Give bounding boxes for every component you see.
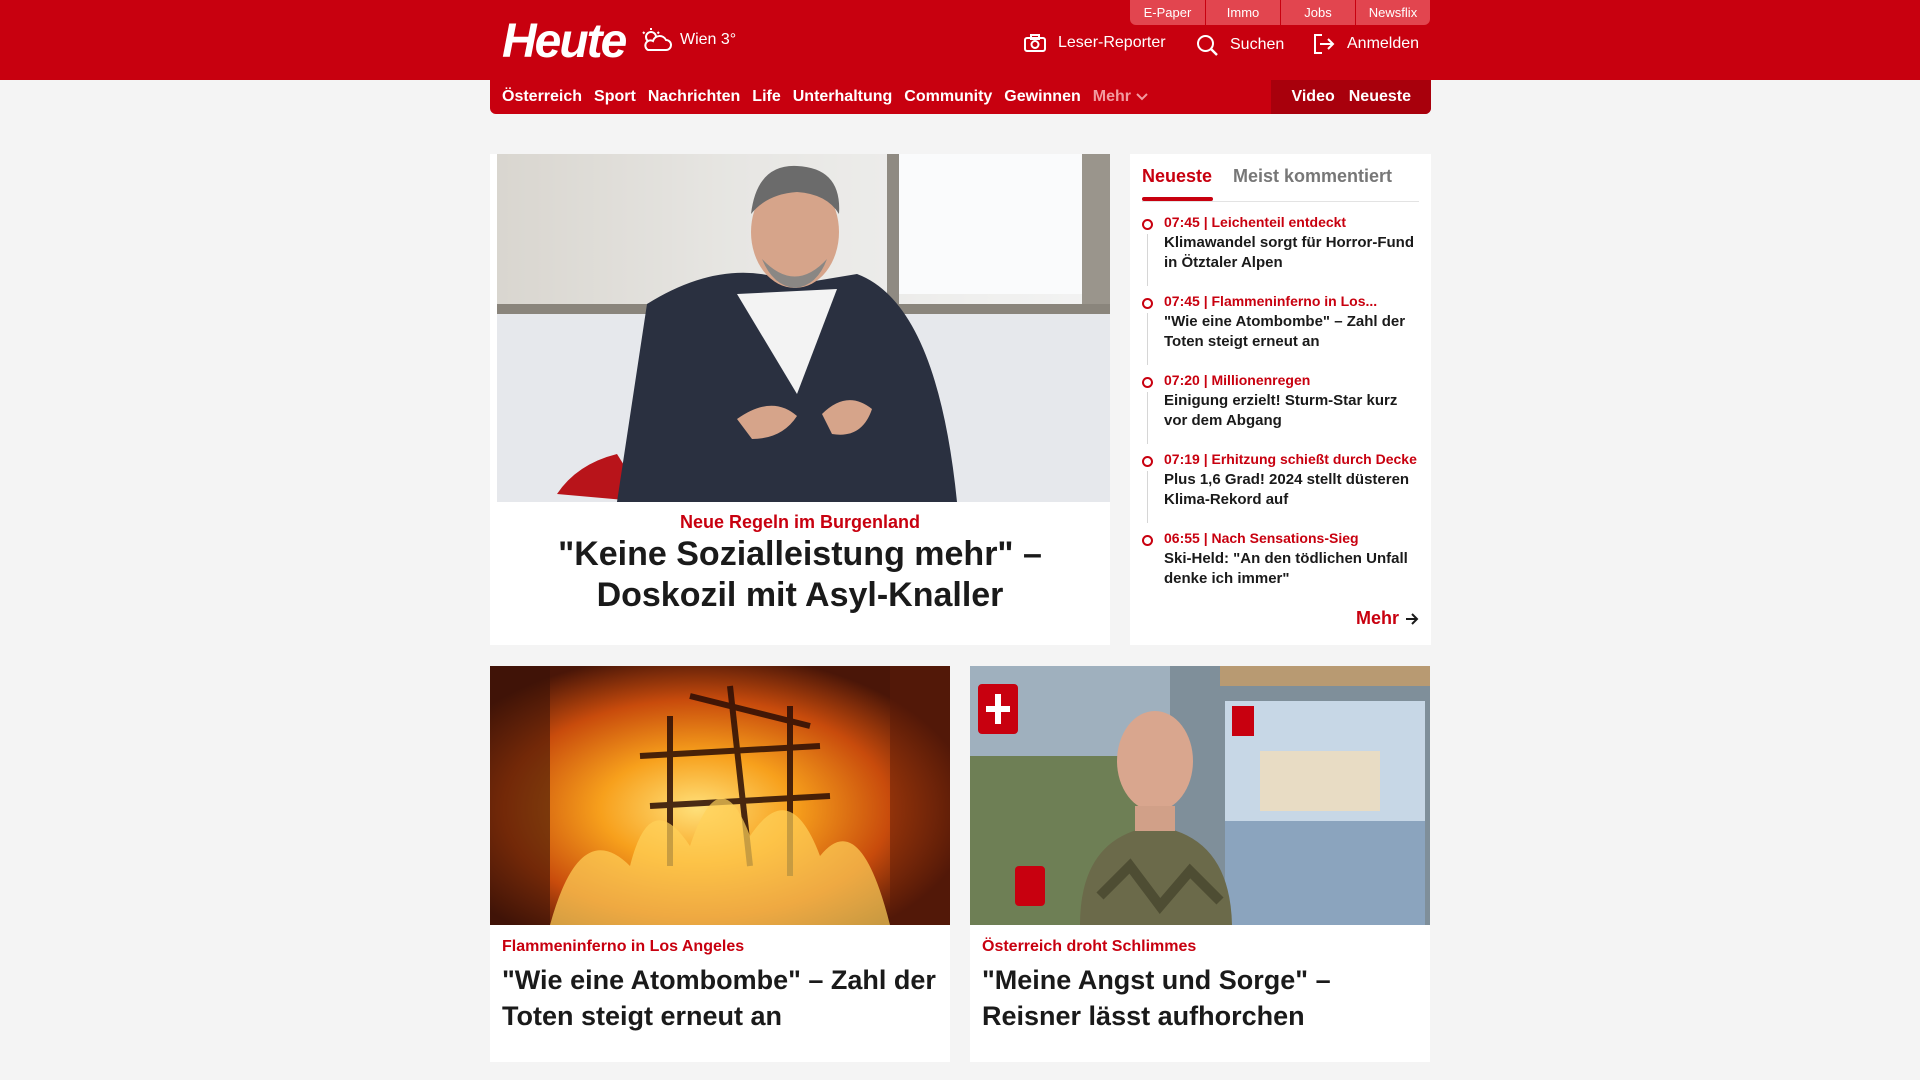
leser-reporter-label: Leser-Reporter [1058, 34, 1166, 51]
tab-neueste[interactable]: Neueste [1142, 166, 1212, 187]
fire-image [490, 666, 950, 925]
feed-title[interactable]: Ski-Held: "An den tödlichen Unfall denke… [1164, 549, 1419, 589]
nav-item-sport[interactable]: Sport [594, 88, 636, 106]
nav-item-unterhaltung[interactable]: Unterhaltung [793, 88, 893, 106]
card-kicker: Flammeninferno in Los Angeles [502, 938, 745, 955]
login-icon [1314, 34, 1335, 54]
camera-icon [1024, 34, 1046, 52]
nav-more-dropdown[interactable]: Mehr [1093, 88, 1149, 106]
reisner-image [970, 666, 1430, 925]
feed-meta: 07:20 | Millionenregen [1164, 372, 1311, 388]
hero-kicker: Neue Regeln im Burgenland [679, 512, 921, 532]
feed-title[interactable]: "Wie eine Atombombe" – Zahl der Toten st… [1164, 312, 1419, 352]
card-title[interactable]: "Meine Angst und Sorge" – Reisner lässt … [982, 962, 1422, 1034]
timeline-line [1147, 392, 1148, 444]
weather-cloud-icon [642, 28, 672, 51]
heute-logo[interactable]: Heute [502, 14, 627, 69]
arrow-right-icon [1406, 612, 1419, 625]
nav-item-community[interactable]: Community [904, 88, 992, 106]
card-title[interactable]: "Wie eine Atombombe" – Zahl der Toten st… [502, 962, 942, 1034]
news-feed: 07:45 | Leichenteil entdeckt Klimawandel… [1142, 214, 1419, 609]
timeline-dot [1142, 219, 1153, 230]
sidebar-more-link[interactable]: Mehr [1356, 608, 1419, 629]
feed-meta: 07:45 | Flammeninferno in Los... [1164, 293, 1378, 309]
list-item[interactable]: 06:55 | Nach Sensations-Sieg Ski-Held: "… [1142, 530, 1419, 609]
top-link-immo[interactable]: Immo [1205, 0, 1280, 25]
article-card-reisner[interactable]: Österreich droht Schlimmes "Meine Angst … [970, 666, 1430, 1062]
weather-label: Wien 3° [680, 31, 737, 48]
search-icon [1197, 35, 1218, 56]
feed-title[interactable]: Einigung erzielt! Sturm-Star kurz vor de… [1164, 391, 1419, 431]
timeline-dot [1142, 535, 1153, 546]
list-item[interactable]: 07:20 | Millionenregen Einigung erzielt!… [1142, 372, 1419, 451]
hero-image [497, 154, 1110, 502]
latest-news-sidebar: Neueste Meist kommentiert 07:45 | Leiche… [1130, 154, 1431, 645]
top-link-epaper[interactable]: E-Paper [1130, 0, 1205, 25]
timeline-dot [1142, 298, 1153, 309]
tab-active-indicator [1142, 197, 1213, 201]
login-label: Anmelden [1347, 35, 1420, 52]
list-item[interactable]: 07:45 | Leichenteil entdeckt Klimawandel… [1142, 214, 1419, 293]
chevron-down-icon [1136, 93, 1148, 101]
feed-meta: 07:19 | Erhitzung schießt durch Decke [1164, 451, 1417, 467]
feed-title[interactable]: Plus 1,6 Grad! 2024 stellt düsteren Klim… [1164, 470, 1419, 510]
search-label: Suchen [1230, 36, 1285, 53]
leser-reporter-button[interactable]: Leser-Reporter [1024, 34, 1166, 52]
list-item[interactable]: 07:45 | Flammeninferno in Los... "Wie ei… [1142, 293, 1419, 372]
main-nav: Österreich Sport Nachrichten Life Unterh… [490, 80, 1431, 114]
nav-item-life[interactable]: Life [752, 88, 780, 106]
tab-meist-kommentiert[interactable]: Meist kommentiert [1233, 166, 1392, 187]
top-link-newsflix[interactable]: Newsflix [1355, 0, 1430, 25]
card-kicker: Österreich droht Schlimmes [982, 938, 1197, 955]
sidebar-tabs: Neueste Meist kommentiert [1142, 162, 1419, 202]
nav-item-nachrichten[interactable]: Nachrichten [648, 88, 740, 106]
article-card-fire[interactable]: Flammeninferno in Los Angeles "Wie eine … [490, 666, 950, 1062]
nav-right-group: Video Neueste [1271, 80, 1431, 114]
feed-meta: 06:55 | Nach Sensations-Sieg [1164, 530, 1359, 546]
top-links: E-Paper Immo Jobs Newsflix [1130, 0, 1430, 25]
login-button[interactable]: Anmelden [1313, 34, 1419, 54]
search-button[interactable]: Suchen [1196, 34, 1284, 56]
feed-title[interactable]: Klimawandel sorgt für Horror-Fund in Ötz… [1164, 233, 1419, 273]
hero-article[interactable]: Neue Regeln im Burgenland "Keine Soziall… [490, 154, 1110, 645]
nav-video[interactable]: Video [1291, 88, 1334, 106]
nav-item-oesterreich[interactable]: Österreich [502, 88, 582, 106]
timeline-dot [1142, 377, 1153, 388]
sidebar-more-label: Mehr [1355, 608, 1399, 628]
timeline-line [1147, 234, 1148, 286]
timeline-dot [1142, 456, 1153, 467]
timeline-line [1147, 313, 1148, 365]
nav-neueste[interactable]: Neueste [1349, 88, 1411, 106]
feed-meta: 07:45 | Leichenteil entdeckt [1164, 214, 1347, 230]
nav-item-gewinnen[interactable]: Gewinnen [1004, 88, 1080, 106]
top-bar [0, 0, 1920, 80]
weather-widget[interactable]: Wien 3° [640, 28, 736, 52]
hero-title[interactable]: "Keine Sozialleistung mehr" – Doskozil m… [500, 534, 1100, 616]
list-item[interactable]: 07:19 | Erhitzung schießt durch Decke Pl… [1142, 451, 1419, 530]
top-link-jobs[interactable]: Jobs [1280, 0, 1355, 25]
timeline-line [1147, 471, 1148, 523]
nav-more-label: Mehr [1092, 88, 1131, 105]
